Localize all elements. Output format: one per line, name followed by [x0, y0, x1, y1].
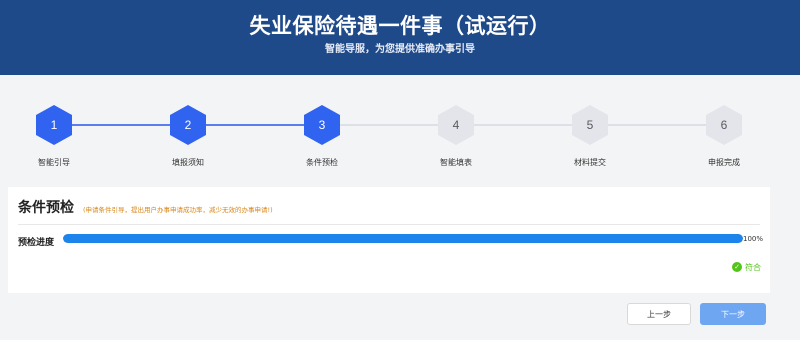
status-text: 符合: [745, 262, 761, 272]
step-track-remaining: [322, 124, 724, 126]
check-circle-icon: ✓: [732, 262, 742, 272]
step-2-label: 填报须知: [172, 158, 204, 167]
step-3-label: 条件预检: [306, 158, 338, 167]
step-5-label: 材料提交: [574, 158, 606, 167]
step-6-label: 申报完成: [708, 158, 740, 167]
step-5-badge: 5: [572, 105, 608, 145]
precheck-panel: 条件预检 (申请条件引导，提出用户办事申请成功率，减少无效的办事申请!) 预检进…: [8, 187, 770, 293]
progress-label: 预检进度: [18, 238, 55, 248]
progress-percent: 100%: [743, 235, 764, 243]
prev-step-button[interactable]: 上一步: [627, 303, 691, 325]
step-6-badge: 6: [706, 105, 742, 145]
panel-title: 条件预检: [18, 200, 74, 216]
step-3-badge: 3: [304, 105, 340, 145]
step-1-label: 智能引导: [38, 158, 70, 167]
panel-header: 条件预检 (申请条件引导，提出用户办事申请成功率，减少无效的办事申请!): [18, 197, 760, 225]
progress-bar: [63, 234, 743, 243]
next-step-button[interactable]: 下一步: [700, 303, 766, 325]
step-1: 1 智能引导: [14, 105, 94, 168]
step-6: 6 申报完成: [684, 105, 764, 168]
step-2-badge: 2: [170, 105, 206, 145]
panel-note: (申请条件引导，提出用户办事申请成功率，减少无效的办事申请!): [83, 206, 273, 214]
step-4-label: 智能填表: [440, 158, 472, 167]
precheck-status: ✓ 符合: [732, 261, 761, 273]
step-5: 5 材料提交: [550, 105, 630, 168]
step-3: 3 条件预检: [282, 105, 362, 168]
step-1-badge: 1: [36, 105, 72, 145]
page-title: 失业保险待遇一件事（试运行）: [249, 14, 551, 38]
page-subtitle: 智能导服，为您提供准确办事引导: [325, 44, 475, 55]
page-header: 失业保险待遇一件事（试运行） 智能导服，为您提供准确办事引导: [0, 0, 800, 75]
step-2: 2 填报须知: [148, 105, 228, 168]
step-4-badge: 4: [438, 105, 474, 145]
progress-bar-fill: [63, 234, 743, 243]
step-4: 4 智能填表: [416, 105, 496, 168]
step-progress: 1 智能引导 2 填报须知 3 条件预检 4 智能填表 5 材料提交 6 申报完…: [0, 75, 800, 185]
